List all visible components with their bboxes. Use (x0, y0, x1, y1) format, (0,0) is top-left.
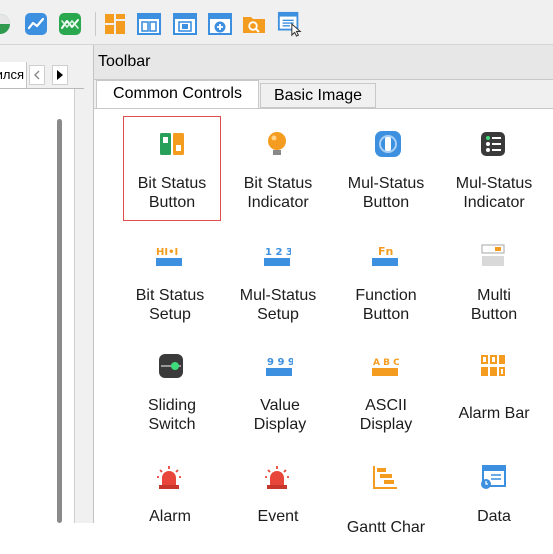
data-item[interactable]: Data (439, 449, 549, 554)
svg-text:Fn: Fn (378, 245, 393, 258)
bit-status-setup-icon: HI•I (153, 240, 185, 272)
controls-grid: Bit Status Button Bit Status Indicator M… (94, 108, 553, 536)
layout-icon[interactable] (102, 11, 128, 37)
item-label: ASCII Display (359, 397, 413, 433)
panel-title: Toolbar (98, 53, 151, 70)
mul-status-setup-icon: 1 2 3 (261, 240, 293, 272)
event-icon (261, 461, 293, 493)
left-tab-strip: ился (0, 62, 84, 89)
item-label: Mul-Status Button (347, 175, 425, 211)
left-tab-label: ился (0, 67, 24, 82)
project-tree (0, 89, 75, 523)
multi-button-item[interactable]: Multi Button (439, 228, 549, 333)
trend-chart-icon[interactable] (23, 11, 49, 37)
bit-status-button-item[interactable]: Bit Status Button (123, 116, 221, 221)
gantt-chart-item[interactable]: Gantt Char (331, 449, 441, 554)
bit-status-button-icon (156, 128, 188, 160)
item-label: Function Button (355, 287, 417, 323)
toolbar-panel: Toolbar Common Controls Basic Image Bit … (93, 45, 553, 536)
item-label: Alarm Bar (458, 405, 530, 422)
item-label: Event (257, 508, 299, 525)
sliding-switch-item[interactable]: Sliding Switch (117, 338, 227, 443)
panel-splitter[interactable] (84, 45, 93, 523)
pie-chart-icon[interactable] (0, 11, 13, 37)
arrow-left-icon[interactable] (29, 65, 45, 85)
tab-basic-image[interactable]: Basic Image (260, 83, 376, 108)
properties-icon[interactable] (277, 11, 303, 37)
arrow-right-icon[interactable] (52, 65, 68, 85)
window-icon[interactable] (136, 11, 162, 37)
item-label: Bit Status Setup (135, 287, 205, 323)
item-label: Alarm (149, 508, 191, 525)
toolbar-separator (95, 12, 96, 36)
mul-status-indicator-icon (477, 128, 509, 160)
function-button-item[interactable]: Fn Function Button (331, 228, 441, 333)
item-label: Mul-Status Indicator (455, 175, 533, 211)
multi-button-icon (477, 240, 509, 272)
item-label: Data (477, 508, 511, 525)
svg-text:9 9 9: 9 9 9 (267, 357, 293, 368)
alarm-icon (153, 461, 185, 493)
event-item[interactable]: Event (223, 449, 333, 554)
item-label: Sliding Switch (147, 397, 197, 433)
item-label: Multi Button (470, 287, 518, 323)
gantt-chart-icon (369, 461, 401, 493)
mul-status-button-icon (372, 128, 404, 160)
data-icon (477, 461, 509, 493)
svg-text:A B C: A B C (373, 358, 399, 368)
alarm-bar-icon (477, 350, 509, 382)
sliding-switch-icon (155, 350, 187, 382)
bit-status-indicator-item[interactable]: Bit Status Indicator (223, 116, 333, 221)
bit-status-indicator-icon (261, 128, 293, 160)
folder-search-icon[interactable] (241, 11, 267, 37)
ascii-display-icon: A B C (369, 350, 401, 382)
svg-text:1 2 3: 1 2 3 (265, 247, 291, 258)
ascii-display-item[interactable]: A B C ASCII Display (331, 338, 441, 443)
alarm-item[interactable]: Alarm (115, 449, 225, 554)
mul-status-indicator-item[interactable]: Mul-Status Indicator (439, 116, 549, 221)
project-panel: ился (0, 45, 84, 523)
value-display-icon: 9 9 9 (263, 350, 295, 382)
bit-status-setup-item[interactable]: HI•I Bit Status Setup (115, 228, 225, 333)
value-display-item[interactable]: 9 9 9 Value Display (225, 338, 335, 443)
add-window-icon[interactable] (207, 11, 233, 37)
svg-text:HI•I: HI•I (156, 247, 178, 258)
left-scrollbar[interactable] (57, 119, 62, 523)
function-button-icon: Fn (369, 240, 401, 272)
item-label: Bit Status Button (137, 175, 207, 211)
mul-status-setup-item[interactable]: 1 2 3 Mul-Status Setup (223, 228, 333, 333)
xy-chart-icon[interactable] (57, 11, 83, 37)
alarm-bar-item[interactable]: Alarm Bar (439, 338, 549, 443)
mul-status-button-item[interactable]: Mul-Status Button (331, 116, 441, 221)
screen-icon[interactable] (172, 11, 198, 37)
item-label: Value Display (253, 397, 307, 433)
left-tab[interactable]: ился (0, 62, 27, 88)
tab-common-controls[interactable]: Common Controls (96, 80, 259, 108)
panel-title-bar: Toolbar (94, 45, 553, 80)
item-label: Mul-Status Setup (239, 287, 317, 323)
item-label: Gantt Char (346, 519, 426, 536)
main-toolbar (0, 0, 553, 45)
item-label: Bit Status Indicator (243, 175, 313, 211)
